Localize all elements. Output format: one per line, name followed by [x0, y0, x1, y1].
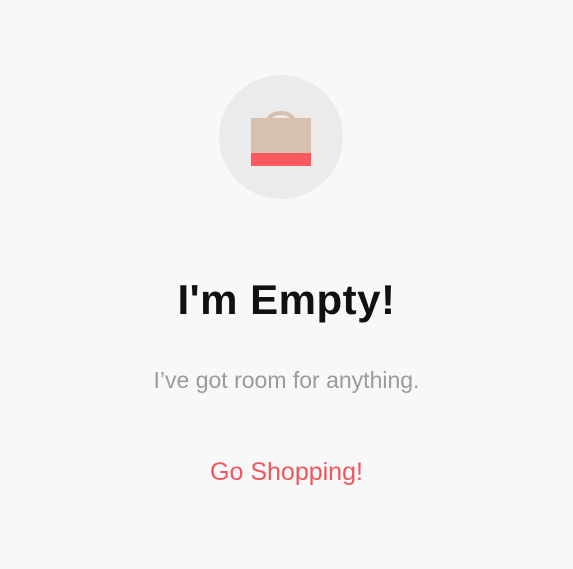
empty-cart-screen: I'm Empty! I’ve got room for anything. G… — [0, 0, 573, 569]
empty-subtitle: I’ve got room for anything. — [153, 367, 420, 393]
empty-title: I'm Empty! — [177, 276, 396, 323]
bag-icon-container — [219, 75, 343, 199]
go-shopping-button[interactable]: Go Shopping! — [150, 450, 423, 494]
shopping-bag-icon — [251, 104, 311, 166]
